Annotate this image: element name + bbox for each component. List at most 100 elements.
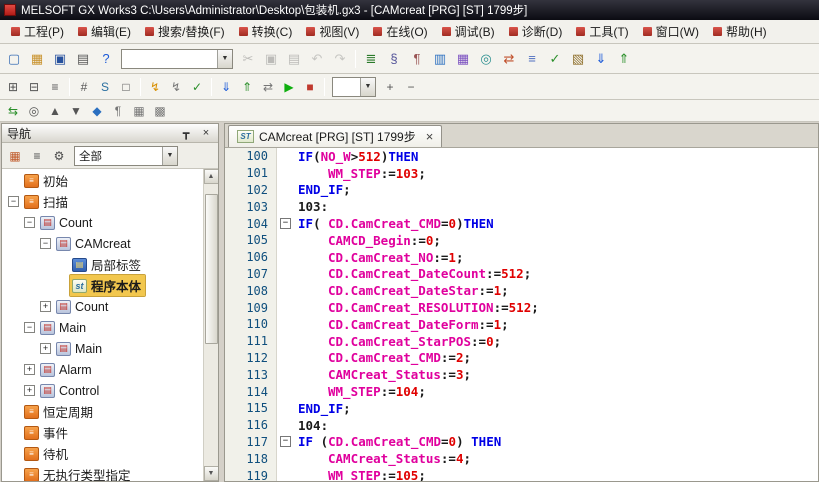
scroll-down-icon[interactable]: ▼	[204, 466, 219, 481]
fold-collapse-icon[interactable]: −	[280, 218, 291, 229]
close-icon[interactable]: ×	[199, 126, 213, 140]
chevron-down-icon[interactable]: ▼	[217, 50, 232, 68]
grid-display-icon[interactable]: ▩	[150, 101, 170, 120]
menu-edit[interactable]: 编辑(E)	[71, 21, 138, 42]
st-editor-icon[interactable]: S	[95, 77, 115, 96]
new-project-icon[interactable]: ▢	[3, 48, 25, 70]
tree-item-initial[interactable]: ≡初始	[2, 170, 203, 191]
tree-item-count-pou[interactable]: +▤Count	[2, 296, 203, 317]
collapse-icon[interactable]: −	[8, 196, 19, 207]
device-list-icon[interactable]: ≡	[521, 48, 543, 70]
code-line: 111CD.CamCreat_StarPOS:=0;	[225, 333, 818, 350]
tree-filter-combo[interactable]: 全部▼	[74, 146, 178, 166]
convert-all-icon[interactable]: ↯	[166, 77, 186, 96]
collapse-icon[interactable]: −	[40, 238, 51, 249]
tree-scrollbar[interactable]: ▲ ▼	[203, 169, 218, 481]
verify-icon[interactable]: ⇄	[258, 77, 278, 96]
chevron-down-icon[interactable]: ▼	[162, 147, 177, 165]
write-to-plc-icon[interactable]: ⇓	[590, 48, 612, 70]
tree-item-standby[interactable]: ≡待机	[2, 443, 203, 464]
tree-item-count-file[interactable]: −▤Count	[2, 212, 203, 233]
tree-item-program-body[interactable]: st程序本体	[2, 275, 203, 296]
read-from-plc-icon[interactable]: ⇑	[613, 48, 635, 70]
outline-window-icon[interactable]: ≡	[45, 77, 65, 96]
device-memory-icon[interactable]: ▦	[452, 48, 474, 70]
comment-display-icon[interactable]: ¶	[108, 101, 128, 120]
fbd-editor-icon[interactable]: □	[116, 77, 136, 96]
open-project-icon[interactable]: ▦	[26, 48, 48, 70]
menu-view[interactable]: 视图(V)	[299, 21, 366, 42]
tree-item-event[interactable]: ≡事件	[2, 422, 203, 443]
write-plc-icon[interactable]: ⇓	[216, 77, 236, 96]
tree-item-control[interactable]: +▤Control	[2, 380, 203, 401]
tree-item-camcreat[interactable]: −▤CAMcreat	[2, 233, 203, 254]
expand-icon[interactable]: +	[24, 385, 35, 396]
tree-item-main-pou[interactable]: +▤Main	[2, 338, 203, 359]
menu-project[interactable]: 工程(P)	[4, 21, 71, 42]
help-icon[interactable]: ?	[95, 48, 117, 70]
element-selection-icon[interactable]: ⊟	[24, 77, 44, 96]
navigation-window-icon[interactable]: ⊞	[3, 77, 23, 96]
fold-toggle[interactable]: −	[277, 215, 294, 232]
ladder-editor-icon[interactable]: #	[74, 77, 94, 96]
st-code-editor[interactable]: 100IF(NO_W>512)THEN101WM_STEP:=103;102EN…	[225, 148, 818, 481]
find-next-icon[interactable]: ▼	[66, 101, 86, 120]
online-program-change-icon[interactable]: ✓	[187, 77, 207, 96]
chevron-down-icon[interactable]: ▼	[360, 78, 375, 96]
fold-toggle[interactable]: −	[277, 434, 294, 451]
menu-online[interactable]: 在线(O)	[366, 21, 434, 42]
statement-icon[interactable]: §	[383, 48, 405, 70]
menu-window[interactable]: 窗口(W)	[636, 21, 706, 42]
window-select-combo[interactable]: ▼	[121, 49, 233, 69]
menu-find-replace[interactable]: 搜索/替换(F)	[138, 21, 232, 42]
sort-icon[interactable]: ≡	[27, 146, 47, 165]
tree-item-main-file[interactable]: −▤Main	[2, 317, 203, 338]
window-switch-icon[interactable]: ⇆	[3, 101, 23, 120]
tab-close-icon[interactable]: ×	[426, 130, 434, 143]
tree-item-fixed-cycle[interactable]: ≡恒定周期	[2, 401, 203, 422]
watch-icon[interactable]: ◎	[475, 48, 497, 70]
expand-icon[interactable]: +	[40, 301, 51, 312]
collapse-icon[interactable]: −	[24, 322, 35, 333]
scroll-up-icon[interactable]: ▲	[204, 169, 219, 184]
menu-help[interactable]: 帮助(H)	[706, 21, 774, 42]
cross-reference-icon[interactable]: ⇄	[498, 48, 520, 70]
menu-convert[interactable]: 转换(C)	[232, 21, 300, 42]
bookmark-icon[interactable]: ◆	[87, 101, 107, 120]
print-icon[interactable]: ▤	[72, 48, 94, 70]
zoom-out-icon[interactable]: −	[401, 77, 421, 96]
docking-config-icon[interactable]: ▦	[5, 146, 25, 165]
settings-icon[interactable]: ⚙	[49, 146, 69, 165]
save-project-icon[interactable]: ▣	[49, 48, 71, 70]
display-format-icon[interactable]: ▦	[129, 101, 149, 120]
menu-diagnostics-label: 诊断(D)	[522, 23, 563, 40]
tree-item-local-label[interactable]: ▤局部标签	[2, 254, 203, 275]
menu-diagnostics[interactable]: 诊断(D)	[502, 21, 570, 42]
tree-item-alarm[interactable]: +▤Alarm	[2, 359, 203, 380]
scroll-thumb[interactable]	[205, 194, 218, 344]
collapse-icon[interactable]: −	[24, 217, 35, 228]
pin-icon[interactable]: ┳	[179, 126, 193, 140]
find-icon[interactable]: ◎	[24, 101, 44, 120]
monitor-stop-icon[interactable]: ■	[300, 77, 320, 96]
display-scale-combo[interactable]: ▼	[332, 77, 376, 97]
scroll-track[interactable]	[204, 184, 219, 466]
find-previous-icon[interactable]: ▲	[45, 101, 65, 120]
menu-debug[interactable]: 调试(B)	[435, 21, 502, 42]
tree-item-scan[interactable]: −≡扫描	[2, 191, 203, 212]
expand-icon[interactable]: +	[40, 343, 51, 354]
monitor-start-icon[interactable]: ▶	[279, 77, 299, 96]
label-editor-icon[interactable]: ▥	[429, 48, 451, 70]
note-icon[interactable]: ¶	[406, 48, 428, 70]
read-plc-icon[interactable]: ⇑	[237, 77, 257, 96]
menu-tools[interactable]: 工具(T)	[569, 21, 635, 42]
device-comment-icon[interactable]: ≣	[360, 48, 382, 70]
fold-collapse-icon[interactable]: −	[280, 436, 291, 447]
tree-item-no-exec-type[interactable]: ≡无执行类型指定	[2, 464, 203, 481]
convert-icon[interactable]: ↯	[145, 77, 165, 96]
program-check-icon[interactable]: ✓	[544, 48, 566, 70]
zoom-in-icon[interactable]: +	[380, 77, 400, 96]
expand-icon[interactable]: +	[24, 364, 35, 375]
parameter-icon[interactable]: ▧	[567, 48, 589, 70]
tab-camcreat[interactable]: ST CAMcreat [PRG] [ST] 1799步 ×	[228, 125, 442, 147]
